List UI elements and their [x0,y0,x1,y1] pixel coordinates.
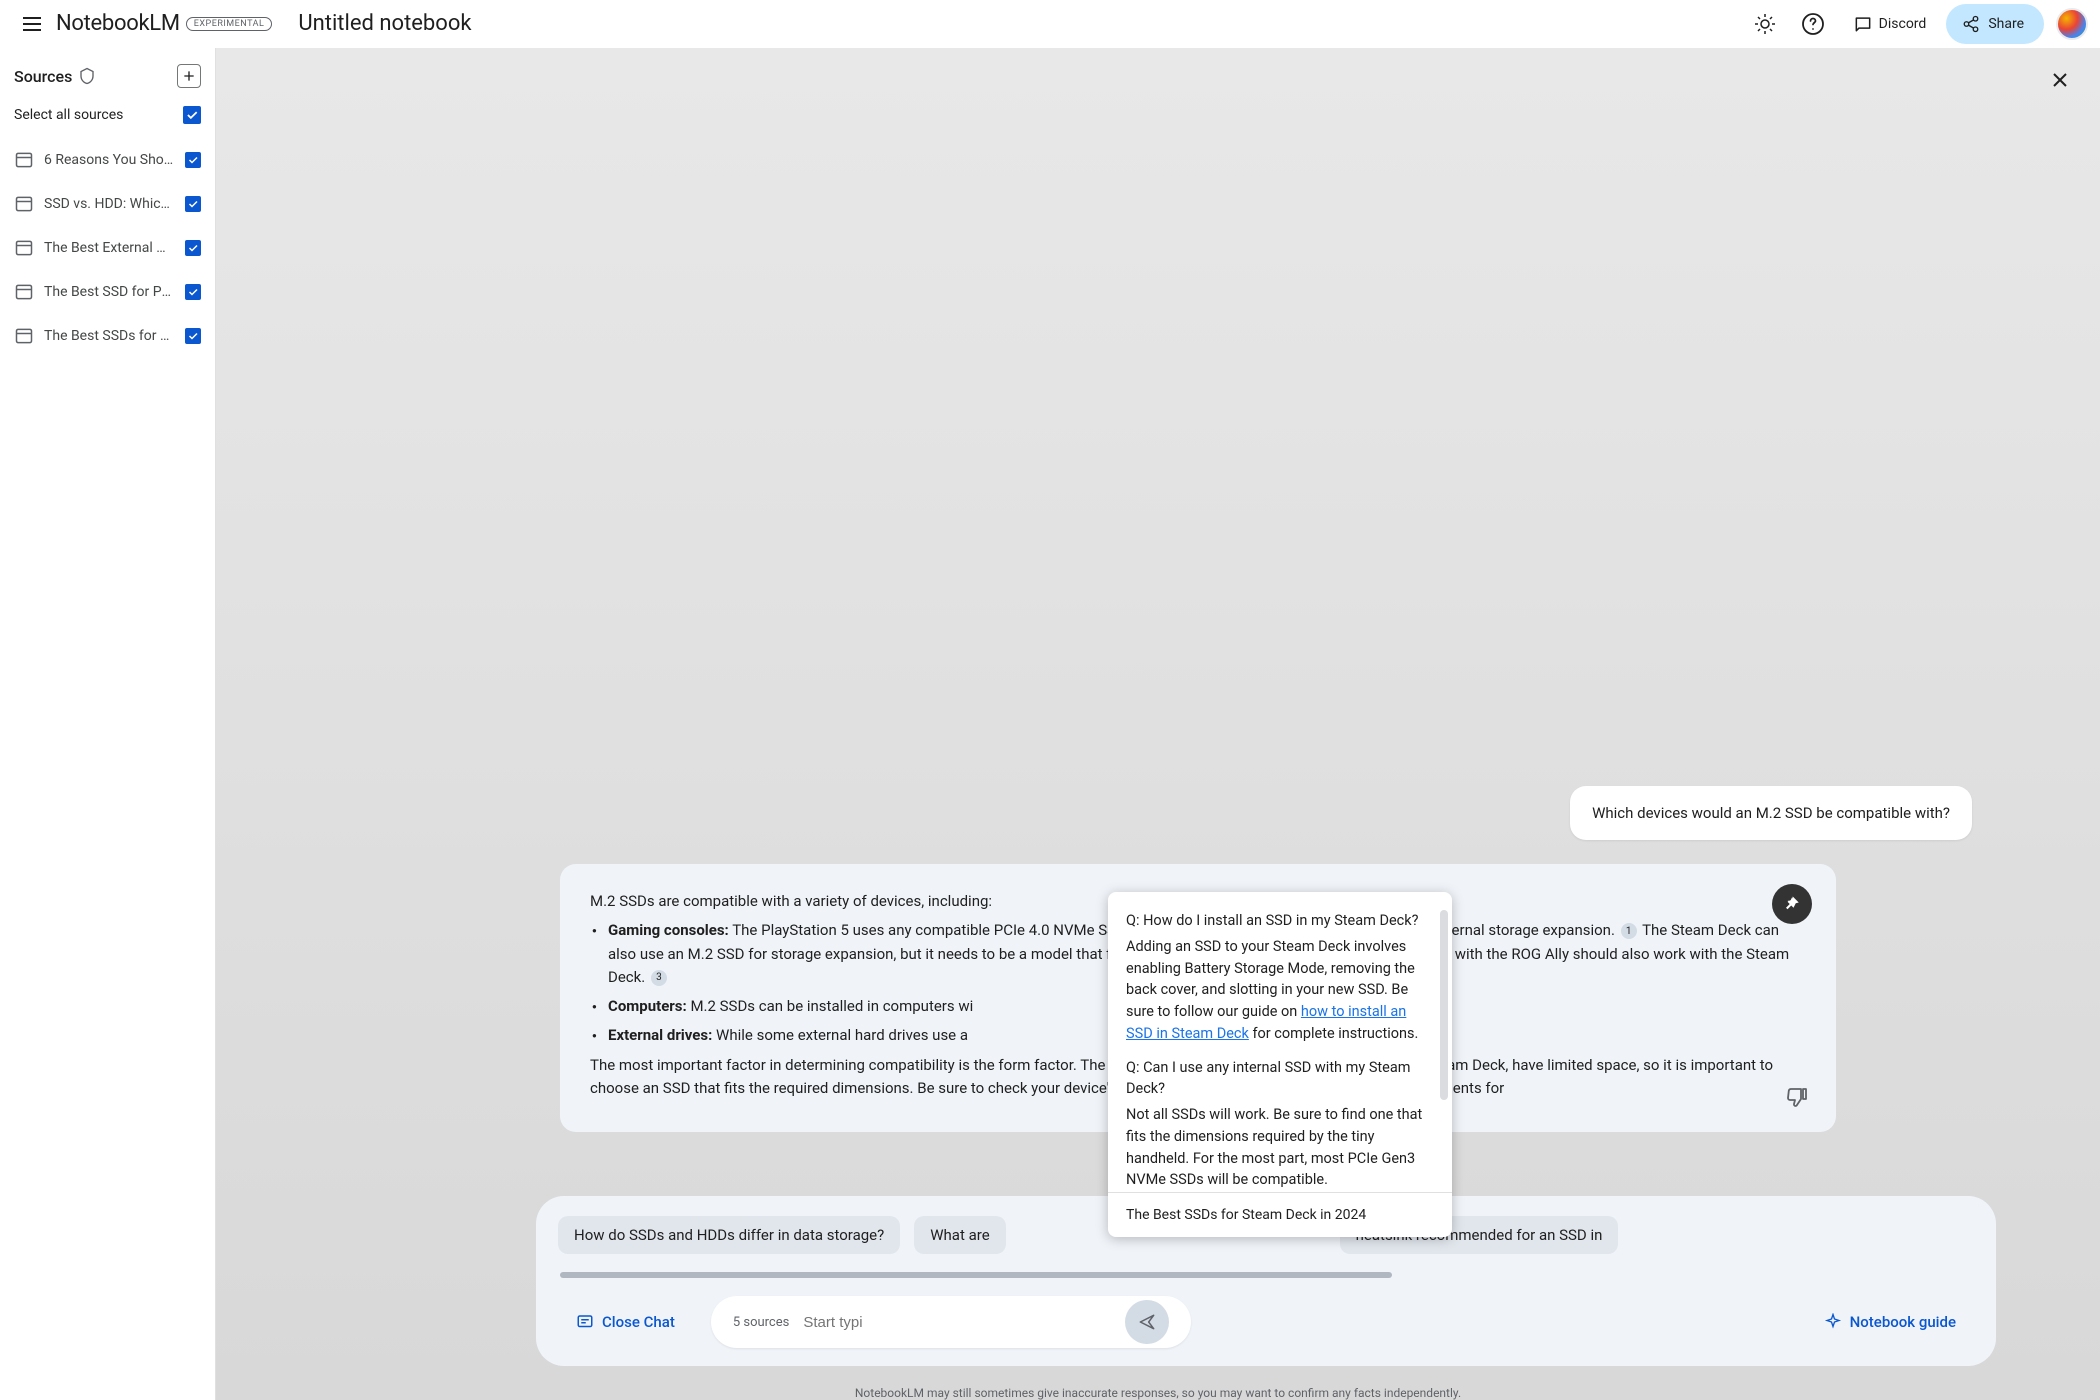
send-button[interactable] [1125,1300,1169,1344]
thumbs-down-icon [1786,1086,1810,1110]
discord-icon [1853,14,1873,34]
chat-input-container: 5 sources [711,1296,1191,1348]
popup-q2: Q: Can I use any internal SSD with my St… [1126,1057,1434,1101]
close-chat-button[interactable]: Close Chat [558,1303,693,1341]
select-all-label: Select all sources [14,107,123,123]
select-all-checkbox[interactable] [183,106,201,124]
source-label: The Best SSD for PS5 ... [44,284,175,300]
sources-sidebar: Sources Select all sources 6 Reasons You… [0,48,216,1400]
source-count: 5 sources [733,1315,790,1330]
pin-button[interactable] [1772,884,1812,924]
select-all-sources[interactable]: Select all sources [14,102,201,128]
source-checkbox[interactable] [185,196,201,212]
source-label: 6 Reasons You Should... [44,152,175,168]
pin-icon [1783,895,1801,913]
popup-q1: Q: How do I install an SSD in my Steam D… [1126,910,1434,932]
source-label: SSD vs. HDD: Which S... [44,196,175,212]
web-source-icon [14,326,34,346]
close-panel-button[interactable] [2040,60,2080,100]
source-item[interactable]: SSD vs. HDD: Which S... [14,182,201,226]
suggestion-chip[interactable]: What are [914,1216,1005,1254]
send-icon [1137,1312,1157,1332]
source-item[interactable]: The Best External Har... [14,226,201,270]
close-icon [2048,68,2072,92]
citation-popup: Q: How do I install an SSD in my Steam D… [1108,892,1452,1237]
user-message: Which devices would an M.2 SSD be compat… [1570,786,1972,840]
discord-label: Discord [1879,16,1927,32]
close-chat-label: Close Chat [602,1313,675,1331]
share-icon [1962,15,1980,33]
shield-icon [78,67,96,85]
source-checkbox[interactable] [185,152,201,168]
popup-a2: Not all SSDs will work. Be sure to find … [1126,1104,1434,1191]
menu-button[interactable] [12,4,52,44]
settings-button[interactable] [1745,4,1785,44]
web-source-icon [14,282,34,302]
source-checkbox[interactable] [185,240,201,256]
plus-icon [181,68,197,84]
popup-source-title: The Best SSDs for Steam Deck in 2024 [1108,1192,1452,1237]
chat-icon [576,1313,594,1331]
chat-input[interactable] [803,1314,1104,1331]
source-label: The Best SSDs for Ste... [44,328,175,344]
thumbs-down-button[interactable] [1786,1086,1810,1110]
source-item[interactable]: The Best SSD for PS5 ... [14,270,201,314]
web-source-icon [14,194,34,214]
hamburger-icon [20,12,44,36]
chip-scrollbar[interactable] [560,1272,1392,1278]
sidebar-title: Sources [14,67,72,86]
source-checkbox[interactable] [185,284,201,300]
popup-a1: Adding an SSD to your Steam Deck involve… [1126,936,1434,1045]
disclaimer-text: NotebookLM may still sometimes give inac… [216,1386,2100,1400]
web-source-icon [14,238,34,258]
popup-scrollbar[interactable] [1440,910,1448,1100]
citation-1[interactable]: 1 [1621,923,1637,939]
experimental-badge: EXPERIMENTAL [186,17,273,31]
check-icon [185,108,199,122]
suggestion-chip[interactable]: How do SSDs and HDDs differ in data stor… [558,1216,900,1254]
help-icon [1801,12,1825,36]
notebook-guide-button[interactable]: Notebook guide [1806,1303,1974,1341]
help-button[interactable] [1793,4,1833,44]
share-button[interactable]: Share [1946,4,2044,44]
source-item[interactable]: 6 Reasons You Should... [14,138,201,182]
add-source-button[interactable] [177,64,201,88]
notebook-title[interactable]: Untitled notebook [298,11,471,36]
app-logo: NotebookLM [56,11,180,36]
source-label: The Best External Har... [44,240,175,256]
discord-button[interactable]: Discord [1841,4,1939,44]
source-item[interactable]: The Best SSDs for Ste... [14,314,201,358]
share-label: Share [1988,16,2024,32]
web-source-icon [14,150,34,170]
sparkle-icon [1824,1313,1842,1331]
source-checkbox[interactable] [185,328,201,344]
citation-3[interactable]: 3 [651,970,667,986]
sparkle-gear-icon [1753,12,1777,36]
avatar[interactable] [2056,8,2088,40]
guide-label: Notebook guide [1850,1313,1956,1331]
